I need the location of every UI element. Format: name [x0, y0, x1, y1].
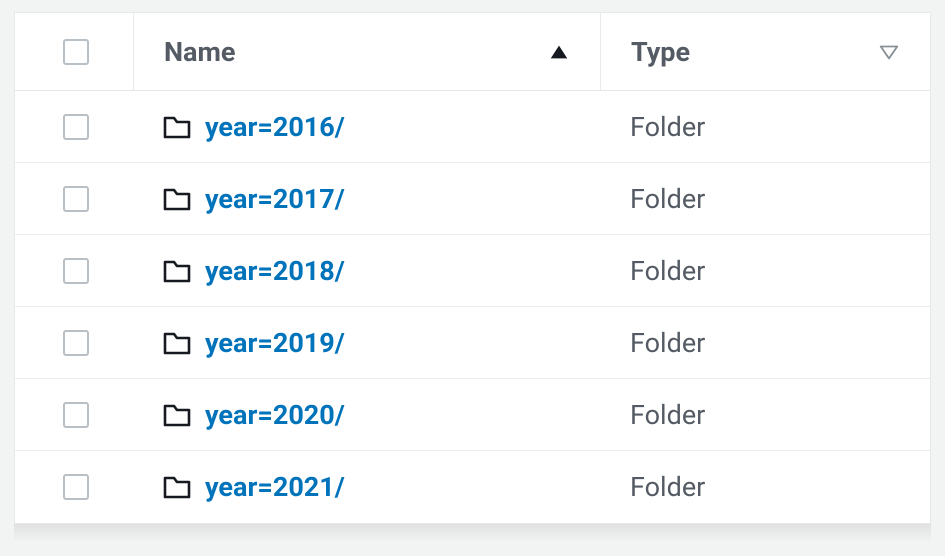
folder-link[interactable]: year=2018/ [205, 255, 345, 287]
row-type-text: Folder [630, 111, 705, 143]
header-type-cell[interactable]: Type [600, 13, 930, 90]
row-checkbox-cell [15, 402, 133, 428]
header-name-cell[interactable]: Name [133, 13, 600, 90]
row-checkbox-cell [15, 186, 133, 212]
sort-filter-icon [878, 41, 900, 63]
row-name-cell: year=2020/ [133, 399, 600, 431]
folder-icon [163, 258, 191, 284]
folder-link[interactable]: year=2017/ [205, 183, 345, 215]
row-type-cell: Folder [600, 399, 930, 431]
row-checkbox[interactable] [63, 402, 89, 428]
row-name-cell: year=2021/ [133, 471, 600, 503]
folder-link[interactable]: year=2020/ [205, 399, 345, 431]
row-checkbox-cell [15, 258, 133, 284]
row-checkbox-cell [15, 114, 133, 140]
row-checkbox-cell [15, 330, 133, 356]
table-row: year=2019/ Folder [15, 307, 930, 379]
select-all-checkbox[interactable] [63, 39, 89, 65]
folder-link[interactable]: year=2016/ [205, 111, 345, 143]
table-row: year=2016/ Folder [15, 91, 930, 163]
row-name-cell: year=2017/ [133, 183, 600, 215]
row-name-cell: year=2016/ [133, 111, 600, 143]
folder-link[interactable]: year=2019/ [205, 327, 345, 359]
file-listing-table: Name Type year=2016/ Folder [14, 12, 931, 524]
row-type-cell: Folder [600, 111, 930, 143]
row-type-cell: Folder [600, 327, 930, 359]
row-checkbox[interactable] [63, 474, 89, 500]
row-checkbox[interactable] [63, 114, 89, 140]
table-row: year=2018/ Folder [15, 235, 930, 307]
row-type-text: Folder [630, 255, 705, 287]
table-header-row: Name Type [15, 13, 930, 91]
header-name-label: Name [164, 36, 235, 68]
row-type-text: Folder [630, 183, 705, 215]
row-type-cell: Folder [600, 471, 930, 503]
table-row: year=2020/ Folder [15, 379, 930, 451]
row-checkbox-cell [15, 474, 133, 500]
table-row: year=2021/ Folder [15, 451, 930, 523]
row-type-text: Folder [630, 327, 705, 359]
folder-icon [163, 474, 191, 500]
sort-ascending-icon [548, 41, 570, 63]
row-type-cell: Folder [600, 183, 930, 215]
header-type-label: Type [631, 36, 690, 68]
folder-icon [163, 402, 191, 428]
panel-shadow [14, 524, 931, 542]
folder-link[interactable]: year=2021/ [205, 471, 345, 503]
folder-icon [163, 330, 191, 356]
row-type-text: Folder [630, 471, 705, 503]
table-row: year=2017/ Folder [15, 163, 930, 235]
row-type-text: Folder [630, 399, 705, 431]
row-checkbox[interactable] [63, 258, 89, 284]
row-type-cell: Folder [600, 255, 930, 287]
row-name-cell: year=2019/ [133, 327, 600, 359]
folder-icon [163, 186, 191, 212]
row-checkbox[interactable] [63, 330, 89, 356]
folder-icon [163, 114, 191, 140]
header-checkbox-cell [15, 13, 133, 90]
row-name-cell: year=2018/ [133, 255, 600, 287]
row-checkbox[interactable] [63, 186, 89, 212]
